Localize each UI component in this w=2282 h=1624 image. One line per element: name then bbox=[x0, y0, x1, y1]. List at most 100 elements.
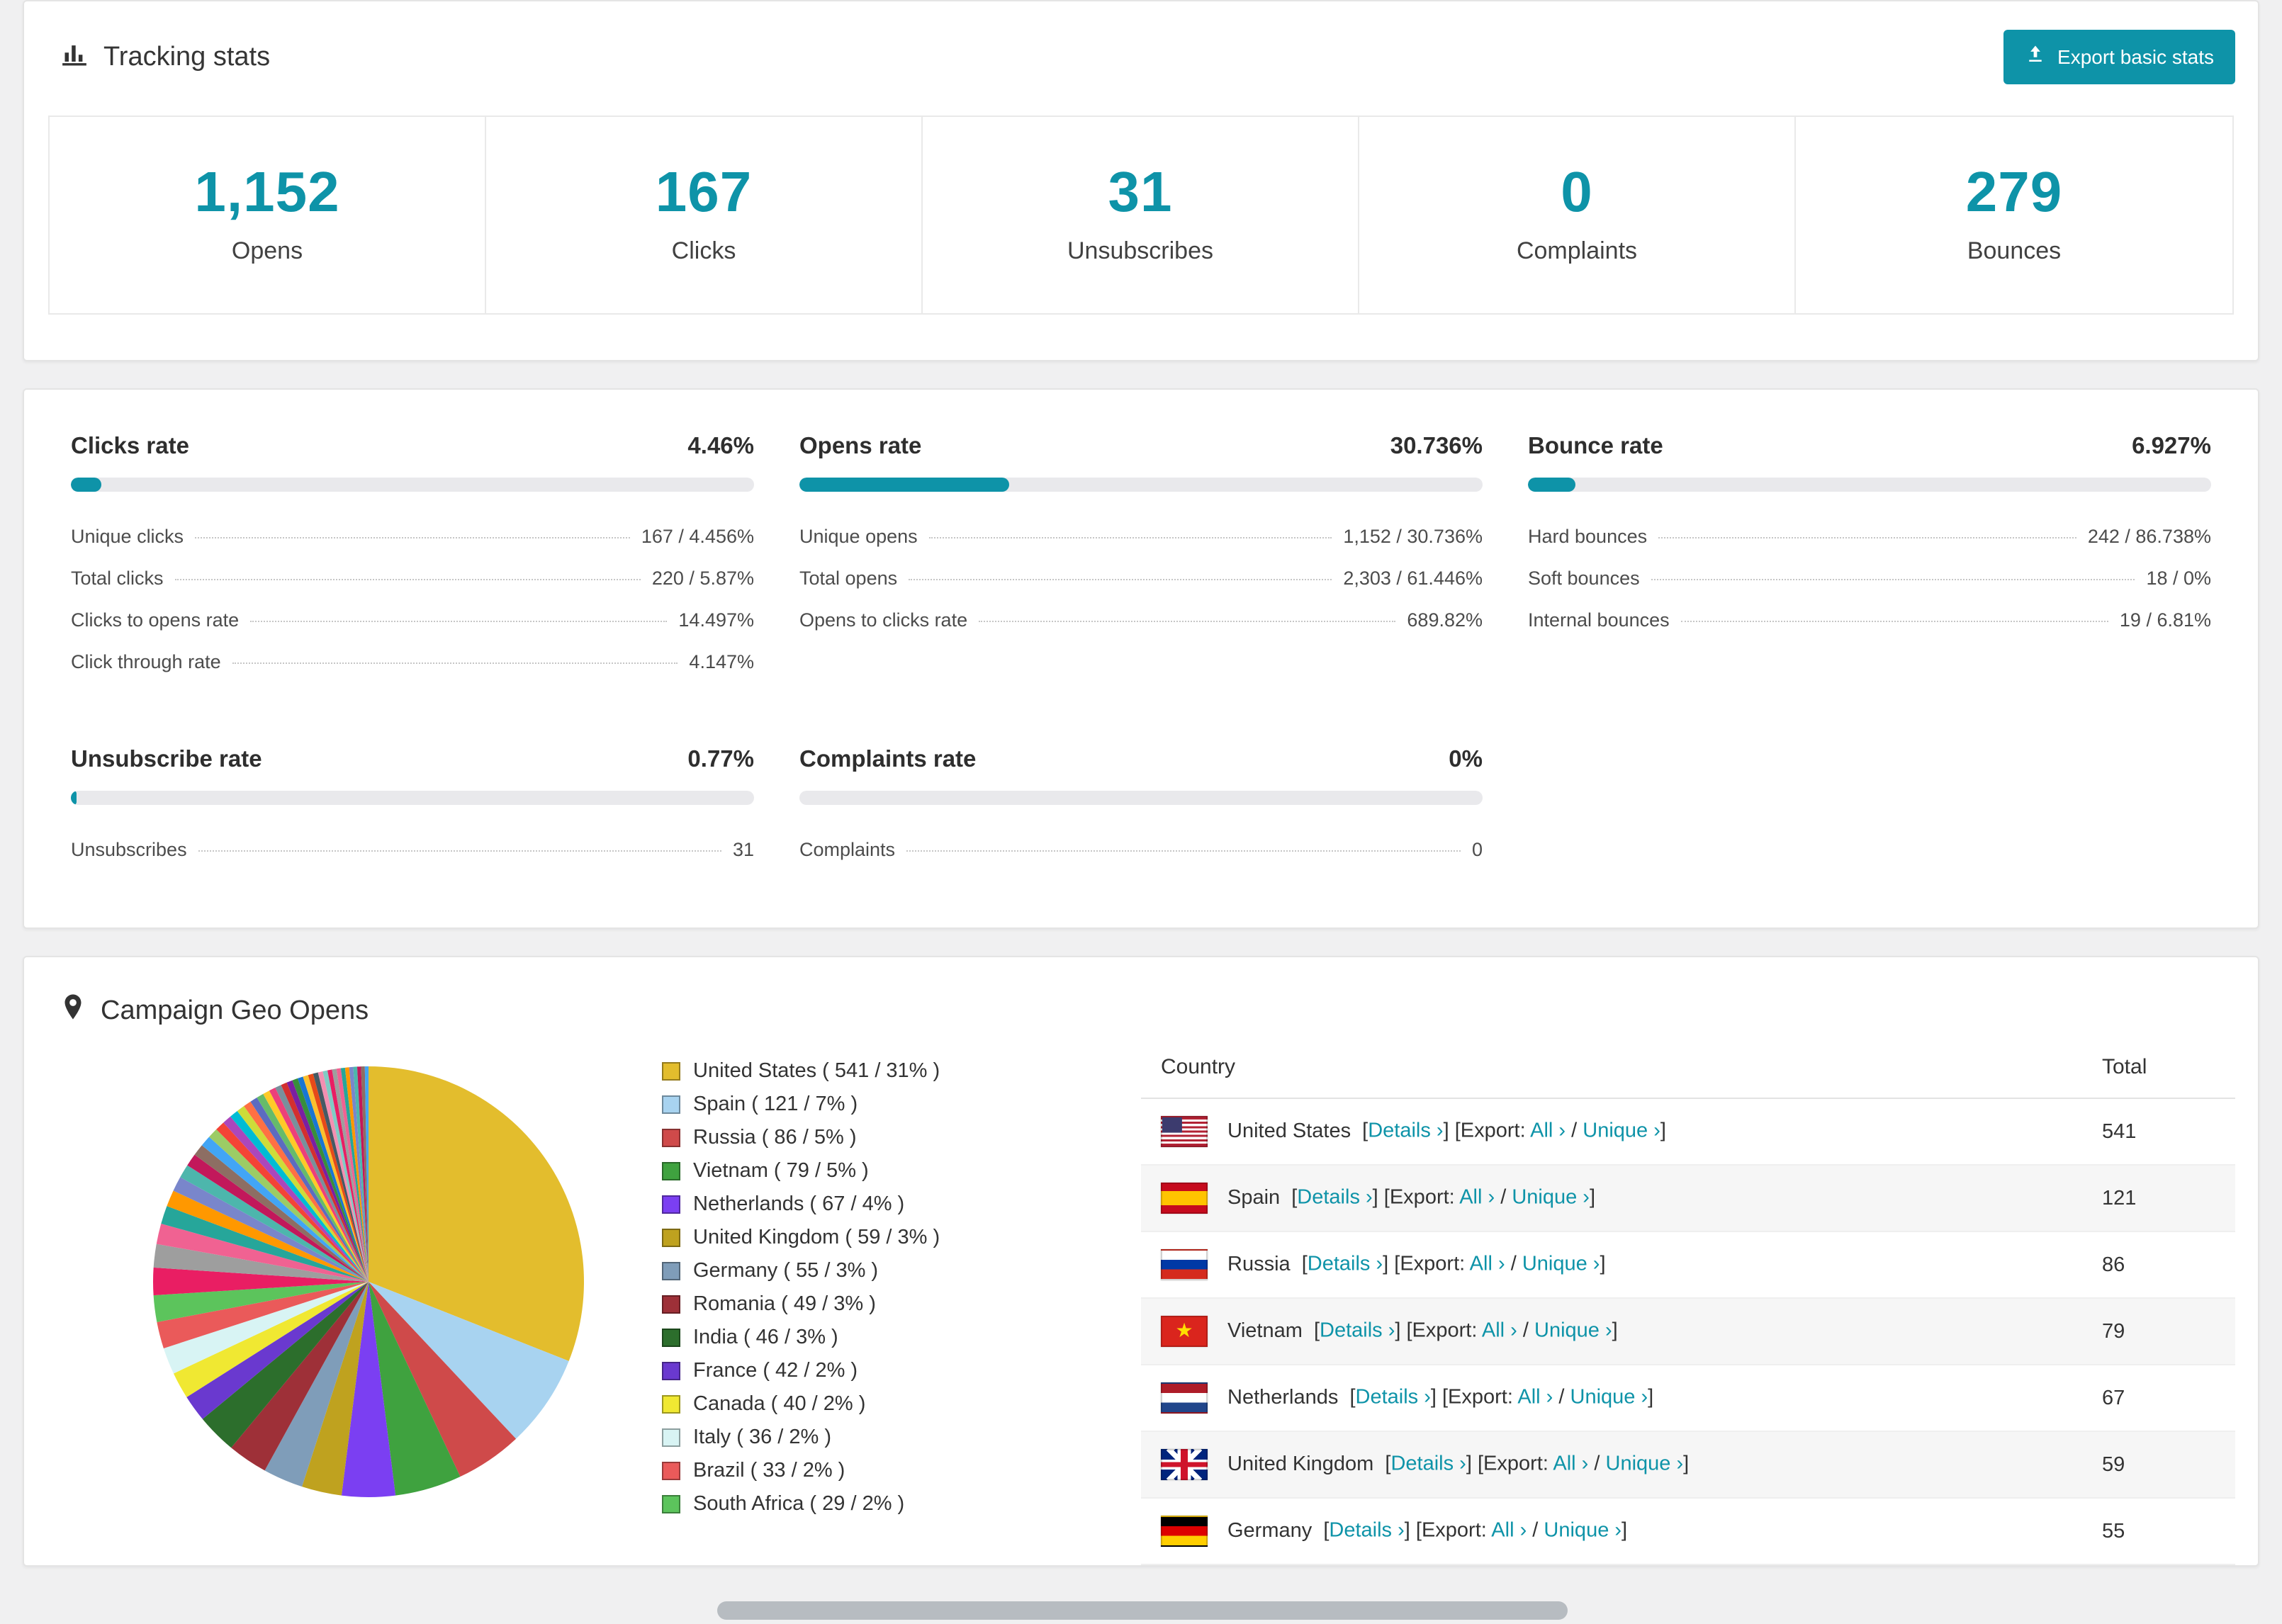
geo-opens-card: Campaign Geo Opens United States ( 541 /… bbox=[23, 956, 2259, 1567]
export-label: Export: bbox=[1483, 1452, 1548, 1475]
clicks-rate-bar bbox=[71, 478, 754, 492]
details-link[interactable]: Details › bbox=[1297, 1186, 1372, 1209]
stat-complaints: 0 Complaints bbox=[1359, 117, 1796, 313]
stat-complaints-value: 0 bbox=[1561, 160, 1593, 223]
rates-grid: Clicks rate 4.46% Unique clicks 167 / 4.4… bbox=[71, 432, 2211, 871]
country-flag-icon bbox=[1161, 1449, 1208, 1480]
stat-opens-label: Opens bbox=[231, 237, 303, 264]
export-unique-link[interactable]: Unique › bbox=[1534, 1319, 1612, 1342]
opens-rate-bar bbox=[799, 478, 1483, 492]
stat-row: Unique clicks 167 / 4.456% bbox=[71, 526, 754, 547]
geo-table-header-row: Country Total bbox=[1141, 1037, 2235, 1099]
export-unique-link[interactable]: Unique › bbox=[1512, 1186, 1590, 1209]
tracking-stats-card: Tracking stats Export basic stats 1,152 … bbox=[23, 0, 2259, 361]
unsubscribe-rate-value: 0.77% bbox=[687, 745, 754, 772]
geo-opens-table: Country Total United States [Details ›] … bbox=[1141, 1037, 2235, 1565]
country-flag-icon bbox=[1161, 1183, 1208, 1214]
unsubscribe-rate-title: Unsubscribe rate bbox=[71, 745, 262, 772]
country-flag-icon bbox=[1161, 1249, 1208, 1280]
export-all-link[interactable]: All › bbox=[1459, 1186, 1495, 1209]
stat-row: Unique opens 1,152 / 30.736% bbox=[799, 526, 1483, 547]
rate-panel-bounces: Bounce rate 6.927% Hard bounces 242 / 86.… bbox=[1528, 432, 2211, 683]
legend-swatch bbox=[662, 1128, 680, 1147]
geo-table-row: Vietnam [Details ›] [Export: All › / Uni… bbox=[1141, 1298, 2235, 1365]
stat-complaints-label: Complaints bbox=[1516, 237, 1638, 264]
export-unique-link[interactable]: Unique › bbox=[1544, 1519, 1621, 1542]
stat-bounces-label: Bounces bbox=[1967, 237, 2062, 264]
geo-opens-pie-chart[interactable] bbox=[149, 1062, 588, 1501]
legend-item: Netherlands ( 67 / 4% ) bbox=[662, 1192, 1059, 1216]
export-all-link[interactable]: All › bbox=[1530, 1120, 1566, 1142]
legend-swatch bbox=[662, 1361, 680, 1380]
export-basic-stats-button[interactable]: Export basic stats bbox=[2003, 30, 2235, 84]
details-link[interactable]: Details › bbox=[1320, 1319, 1395, 1342]
details-link[interactable]: Details › bbox=[1368, 1120, 1443, 1142]
opens-rate-title: Opens rate bbox=[799, 432, 922, 458]
legend-swatch bbox=[662, 1061, 680, 1081]
bounce-rate-bar bbox=[1528, 478, 2211, 492]
export-unique-link[interactable]: Unique › bbox=[1606, 1453, 1684, 1475]
country-name: Spain bbox=[1227, 1185, 1281, 1209]
legend-item: Germany ( 55 / 3% ) bbox=[662, 1259, 1059, 1282]
details-link[interactable]: Details › bbox=[1308, 1253, 1383, 1275]
stat-summary-grid: 1,152 Opens 167 Clicks 31 Unsubscribes 0… bbox=[48, 115, 2234, 315]
legend-item: Brazil ( 33 / 2% ) bbox=[662, 1459, 1059, 1482]
stat-bounces: 279 Bounces bbox=[1796, 117, 2232, 313]
geo-table-row: Spain [Details ›] [Export: All › / Uniqu… bbox=[1141, 1165, 2235, 1232]
export-unique-link[interactable]: Unique › bbox=[1570, 1386, 1648, 1409]
legend-swatch bbox=[662, 1161, 680, 1180]
country-total: 121 bbox=[2082, 1165, 2235, 1232]
country-total: 86 bbox=[2082, 1231, 2235, 1299]
stat-clicks-label: Clicks bbox=[671, 237, 736, 264]
legend-item: Romania ( 49 / 3% ) bbox=[662, 1292, 1059, 1316]
export-label: Export: bbox=[1460, 1119, 1526, 1142]
column-header-total: Total bbox=[2082, 1037, 2235, 1099]
stat-row: Click through rate 4.147% bbox=[71, 651, 754, 672]
rate-panel-unsubscribes: Unsubscribe rate 0.77% Unsubscribes 31 bbox=[71, 745, 754, 871]
legend-item: France ( 42 / 2% ) bbox=[662, 1359, 1059, 1382]
column-header-country: Country bbox=[1141, 1037, 2082, 1099]
export-unique-link[interactable]: Unique › bbox=[1522, 1253, 1600, 1275]
details-link[interactable]: Details › bbox=[1329, 1519, 1404, 1542]
export-all-link[interactable]: All › bbox=[1470, 1253, 1505, 1275]
export-all-link[interactable]: All › bbox=[1553, 1453, 1588, 1475]
bounce-rate-title: Bounce rate bbox=[1528, 432, 1663, 458]
tracking-stats-header: Tracking stats Export basic stats bbox=[24, 1, 2258, 110]
country-total: 55 bbox=[2082, 1498, 2235, 1565]
legend-swatch bbox=[662, 1228, 680, 1247]
clicks-rate-value: 4.46% bbox=[687, 432, 754, 458]
stat-unsubscribes-value: 31 bbox=[1108, 160, 1173, 223]
legend-swatch bbox=[662, 1328, 680, 1347]
country-name: United States bbox=[1227, 1119, 1351, 1142]
export-label: Export: bbox=[1421, 1518, 1487, 1542]
stat-bounces-value: 279 bbox=[1965, 160, 2063, 223]
geo-table-wrap: Country Total United States [Details ›] … bbox=[1141, 1037, 2235, 1565]
details-link[interactable]: Details › bbox=[1390, 1453, 1466, 1475]
geo-table-row: Germany [Details ›] [Export: All › / Uni… bbox=[1141, 1498, 2235, 1565]
export-unique-link[interactable]: Unique › bbox=[1583, 1120, 1660, 1142]
stat-opens: 1,152 Opens bbox=[50, 117, 486, 313]
country-flag-icon bbox=[1161, 1316, 1208, 1347]
country-total: 541 bbox=[2082, 1098, 2235, 1166]
map-pin-icon bbox=[62, 993, 84, 1028]
country-name: Vietnam bbox=[1227, 1319, 1303, 1342]
stat-row: Complaints 0 bbox=[799, 839, 1483, 860]
stat-row: Clicks to opens rate 14.497% bbox=[71, 609, 754, 631]
export-all-link[interactable]: All › bbox=[1491, 1519, 1527, 1542]
stat-row: Internal bounces 19 / 6.81% bbox=[1528, 609, 2211, 631]
legend-swatch bbox=[662, 1295, 680, 1314]
legend-item: Vietnam ( 79 / 5% ) bbox=[662, 1159, 1059, 1183]
details-link[interactable]: Details › bbox=[1356, 1386, 1431, 1409]
stat-row: Soft bounces 18 / 0% bbox=[1528, 568, 2211, 589]
legend-swatch bbox=[662, 1394, 680, 1414]
country-flag-icon bbox=[1161, 1116, 1208, 1147]
page-title: Tracking stats bbox=[61, 40, 270, 74]
horizontal-scrollbar-thumb[interactable] bbox=[717, 1601, 1568, 1620]
legend-swatch bbox=[662, 1494, 680, 1513]
export-all-link[interactable]: All › bbox=[1482, 1319, 1517, 1342]
stat-unsubscribes-label: Unsubscribes bbox=[1067, 237, 1213, 264]
unsubscribe-rate-bar bbox=[71, 791, 754, 805]
export-all-link[interactable]: All › bbox=[1517, 1386, 1553, 1409]
legend-swatch bbox=[662, 1195, 680, 1214]
legend-swatch bbox=[662, 1461, 680, 1480]
